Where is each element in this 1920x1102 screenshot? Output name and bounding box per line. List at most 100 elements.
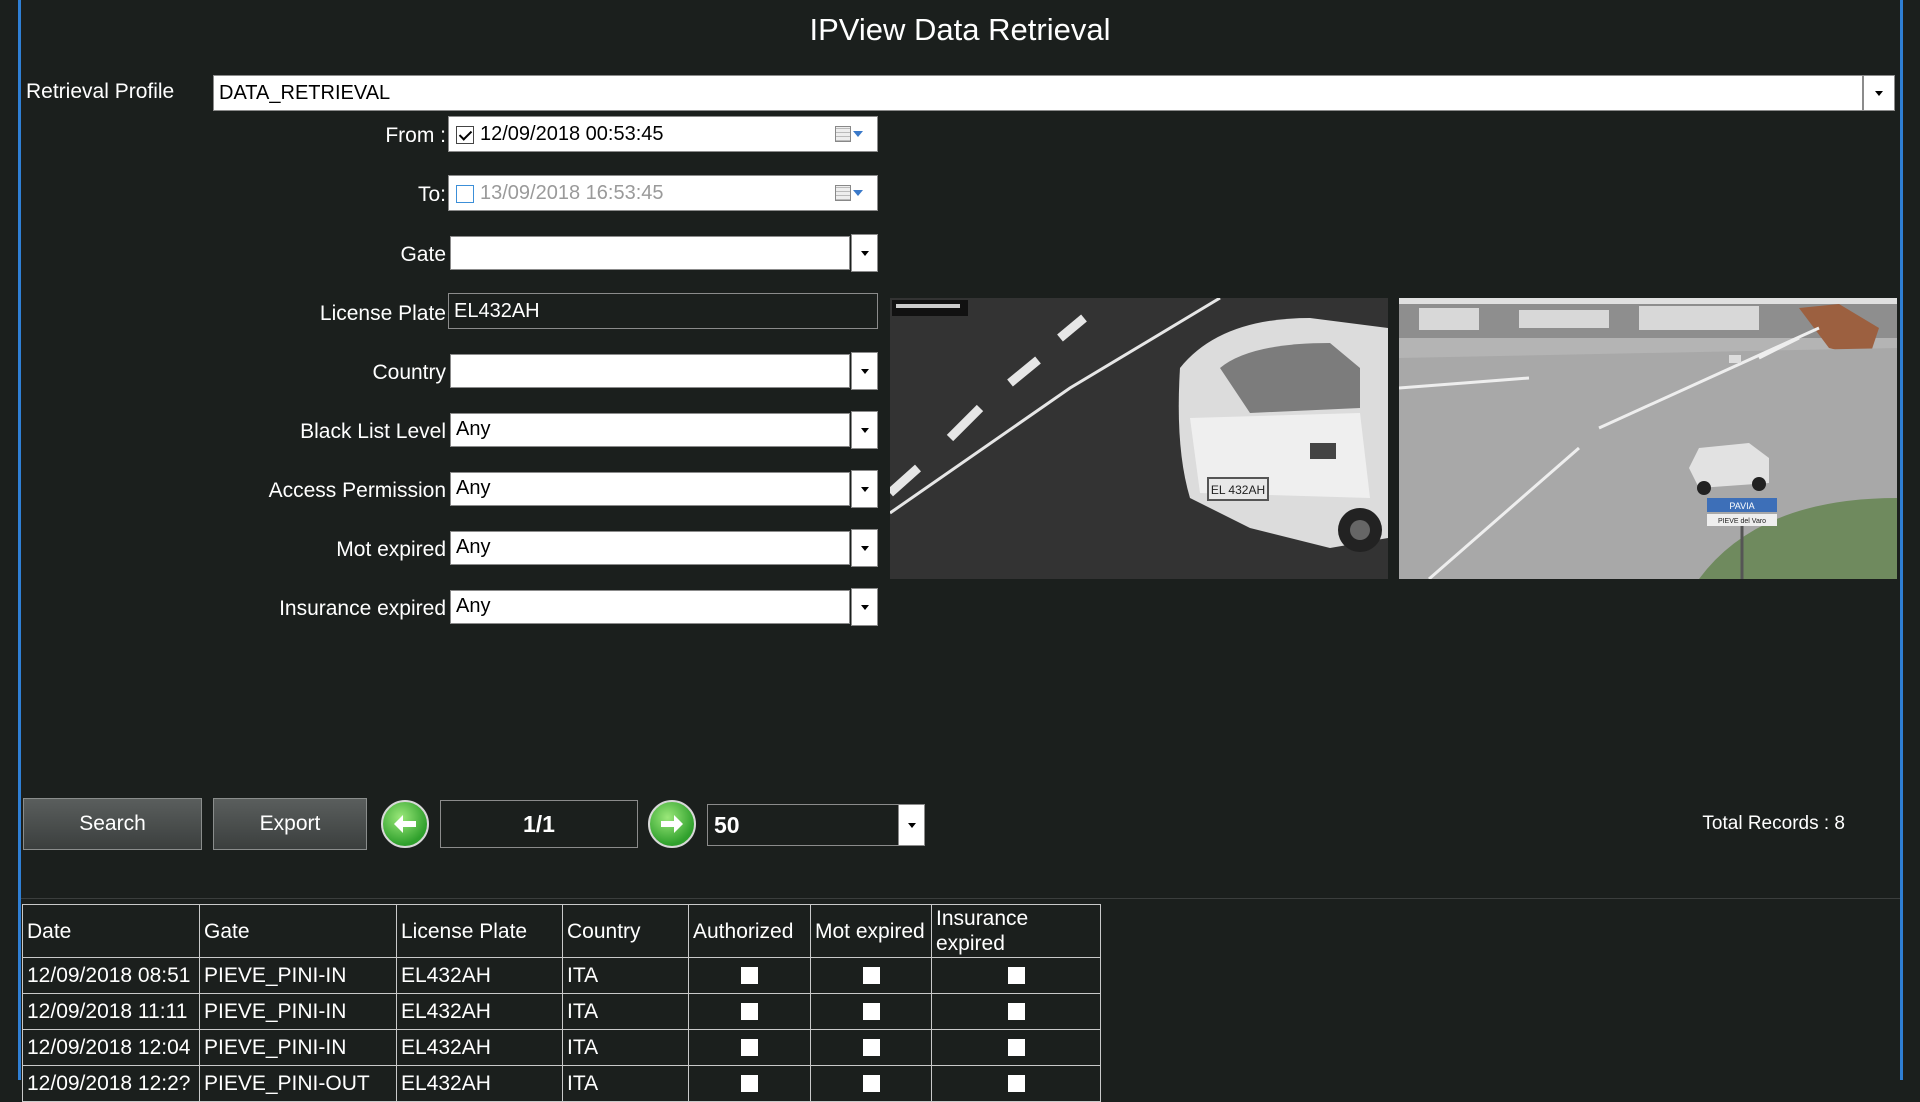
table-row[interactable]: 12/09/2018 11:11 PIEVE_PINI-IN EL432AH I…: [22, 993, 1101, 1030]
cell-plate: EL432AH: [396, 993, 563, 1030]
to-label: To:: [417, 183, 446, 206]
cell-country: ITA: [562, 1065, 689, 1102]
cell-plate: EL432AH: [396, 1029, 563, 1066]
chevron-down-icon: [860, 545, 869, 551]
retrieval-profile-label: Retrieval Profile: [26, 80, 175, 103]
cell-gate: PIEVE_PINI-IN: [199, 1029, 397, 1066]
insurance-expired-select[interactable]: Any: [450, 590, 850, 624]
gate-label: Gate: [400, 243, 446, 266]
cell-country: ITA: [562, 957, 689, 994]
retrieval-profile-dropdown-button[interactable]: [1863, 75, 1895, 111]
access-permission-select[interactable]: Any: [450, 472, 850, 506]
insurance-expired-checkbox[interactable]: [1007, 1075, 1025, 1093]
table-row[interactable]: 12/09/2018 08:51 PIEVE_PINI-IN EL432AH I…: [22, 957, 1101, 994]
chevron-down-icon: [860, 368, 869, 374]
mot-expired-checkbox[interactable]: [862, 1075, 880, 1093]
from-date-picker[interactable]: 12/09/2018 00:53:45: [448, 116, 878, 152]
insurance-expired-dropdown-button[interactable]: [851, 588, 878, 626]
mot-expired-checkbox[interactable]: [862, 967, 880, 985]
column-header-gate[interactable]: Gate: [199, 904, 397, 958]
authorized-checkbox[interactable]: [741, 1039, 758, 1057]
export-button[interactable]: Export: [213, 798, 367, 850]
page-size-dropdown-button[interactable]: [898, 804, 925, 846]
mot-expired-checkbox[interactable]: [862, 1039, 880, 1057]
gate-dropdown-button[interactable]: [851, 234, 878, 272]
license-plate-label: License Plate: [319, 302, 446, 325]
mot-expired-select[interactable]: Any: [450, 531, 850, 565]
cell-country: ITA: [562, 1029, 689, 1066]
insurance-expired-label: Insurance expired: [279, 597, 446, 620]
column-header-date[interactable]: Date: [22, 904, 200, 958]
chevron-down-icon: [860, 250, 869, 256]
mot-expired-dropdown-button[interactable]: [851, 529, 878, 567]
insurance-expired-checkbox[interactable]: [1007, 967, 1025, 985]
to-date-picker[interactable]: 13/09/2018 16:53:45: [448, 175, 878, 211]
road-sign-subtext: PIEVE del Varo: [1718, 518, 1766, 525]
black-list-level-label: Black List Level: [300, 420, 446, 443]
table-row[interactable]: 12/09/2018 12:2? PIEVE_PINI-OUT EL432AH …: [22, 1065, 1101, 1102]
cell-plate: EL432AH: [396, 957, 563, 994]
mot-expired-label: Mot expired: [336, 538, 446, 561]
calendar-dropdown-icon[interactable]: [835, 126, 863, 142]
page-title: IPView Data Retrieval: [809, 12, 1111, 47]
to-date-value: 13/09/2018 16:53:45: [480, 182, 664, 204]
column-header-authorized[interactable]: Authorized: [688, 904, 811, 958]
cell-plate: EL432AH: [396, 1065, 563, 1102]
country-label: Country: [372, 361, 446, 384]
gate-select[interactable]: [450, 236, 850, 270]
context-camera-image: PAVIA PIEVE del Varo: [1399, 298, 1897, 579]
chevron-down-icon: [860, 486, 869, 492]
cell-gate: PIEVE_PINI-IN: [199, 993, 397, 1030]
column-header-mot-expired[interactable]: Mot expired: [810, 904, 932, 958]
next-page-button[interactable]: [648, 800, 696, 848]
access-permission-label: Access Permission: [268, 479, 446, 502]
cell-date: 12/09/2018 11:11: [22, 993, 200, 1030]
calendar-dropdown-icon[interactable]: [835, 185, 863, 201]
divider: [21, 898, 1900, 899]
authorized-checkbox[interactable]: [741, 1003, 758, 1021]
chevron-down-icon: [860, 427, 869, 433]
access-permission-dropdown-button[interactable]: [851, 470, 878, 508]
chevron-down-icon: [907, 822, 916, 828]
total-records-label: Total Records : 8: [1702, 813, 1845, 834]
plate-text: EL 432AH: [1211, 483, 1265, 497]
table-row[interactable]: 12/09/2018 12:04 PIEVE_PINI-IN EL432AH I…: [22, 1029, 1101, 1066]
results-table: Date Gate License Plate Country Authoriz…: [22, 904, 1101, 1102]
mot-expired-checkbox[interactable]: [862, 1003, 880, 1021]
table-header-row: Date Gate License Plate Country Authoriz…: [22, 904, 1101, 958]
to-enabled-checkbox[interactable]: [456, 184, 474, 203]
window-frame-left: [18, 0, 21, 1080]
page-size-select[interactable]: 50: [707, 804, 899, 846]
window-frame-right: [1900, 0, 1903, 1080]
arrow-right-icon: [661, 815, 683, 833]
arrow-left-icon: [394, 815, 416, 833]
black-list-level-select[interactable]: Any: [450, 413, 850, 447]
from-date-value: 12/09/2018 00:53:45: [480, 123, 664, 145]
country-dropdown-button[interactable]: [851, 352, 878, 390]
retrieval-profile-select[interactable]: DATA_RETRIEVAL: [213, 75, 1863, 111]
from-enabled-checkbox[interactable]: [456, 125, 474, 144]
chevron-down-icon: [860, 604, 869, 610]
column-header-country[interactable]: Country: [562, 904, 689, 958]
chevron-down-icon: [1875, 90, 1883, 96]
insurance-expired-checkbox[interactable]: [1007, 1039, 1025, 1057]
cell-date: 12/09/2018 12:2?: [22, 1065, 200, 1102]
cell-gate: PIEVE_PINI-IN: [199, 957, 397, 994]
column-header-insurance-expired[interactable]: Insurance expired: [931, 904, 1101, 958]
black-list-level-dropdown-button[interactable]: [851, 411, 878, 449]
column-header-license-plate[interactable]: License Plate: [396, 904, 563, 958]
country-select[interactable]: [450, 354, 850, 388]
authorized-checkbox[interactable]: [741, 1075, 758, 1093]
from-label: From :: [385, 124, 446, 147]
insurance-expired-checkbox[interactable]: [1007, 1003, 1025, 1021]
cell-date: 12/09/2018 12:04: [22, 1029, 200, 1066]
cell-date: 12/09/2018 08:51: [22, 957, 200, 994]
cell-gate: PIEVE_PINI-OUT: [199, 1065, 397, 1102]
authorized-checkbox[interactable]: [741, 967, 758, 985]
license-plate-input[interactable]: EL432AH: [448, 293, 878, 329]
search-button[interactable]: Search: [23, 798, 202, 850]
road-sign-text: PAVIA: [1729, 501, 1754, 511]
cell-country: ITA: [562, 993, 689, 1030]
previous-page-button[interactable]: [381, 800, 429, 848]
page-indicator: 1/1: [440, 800, 638, 848]
